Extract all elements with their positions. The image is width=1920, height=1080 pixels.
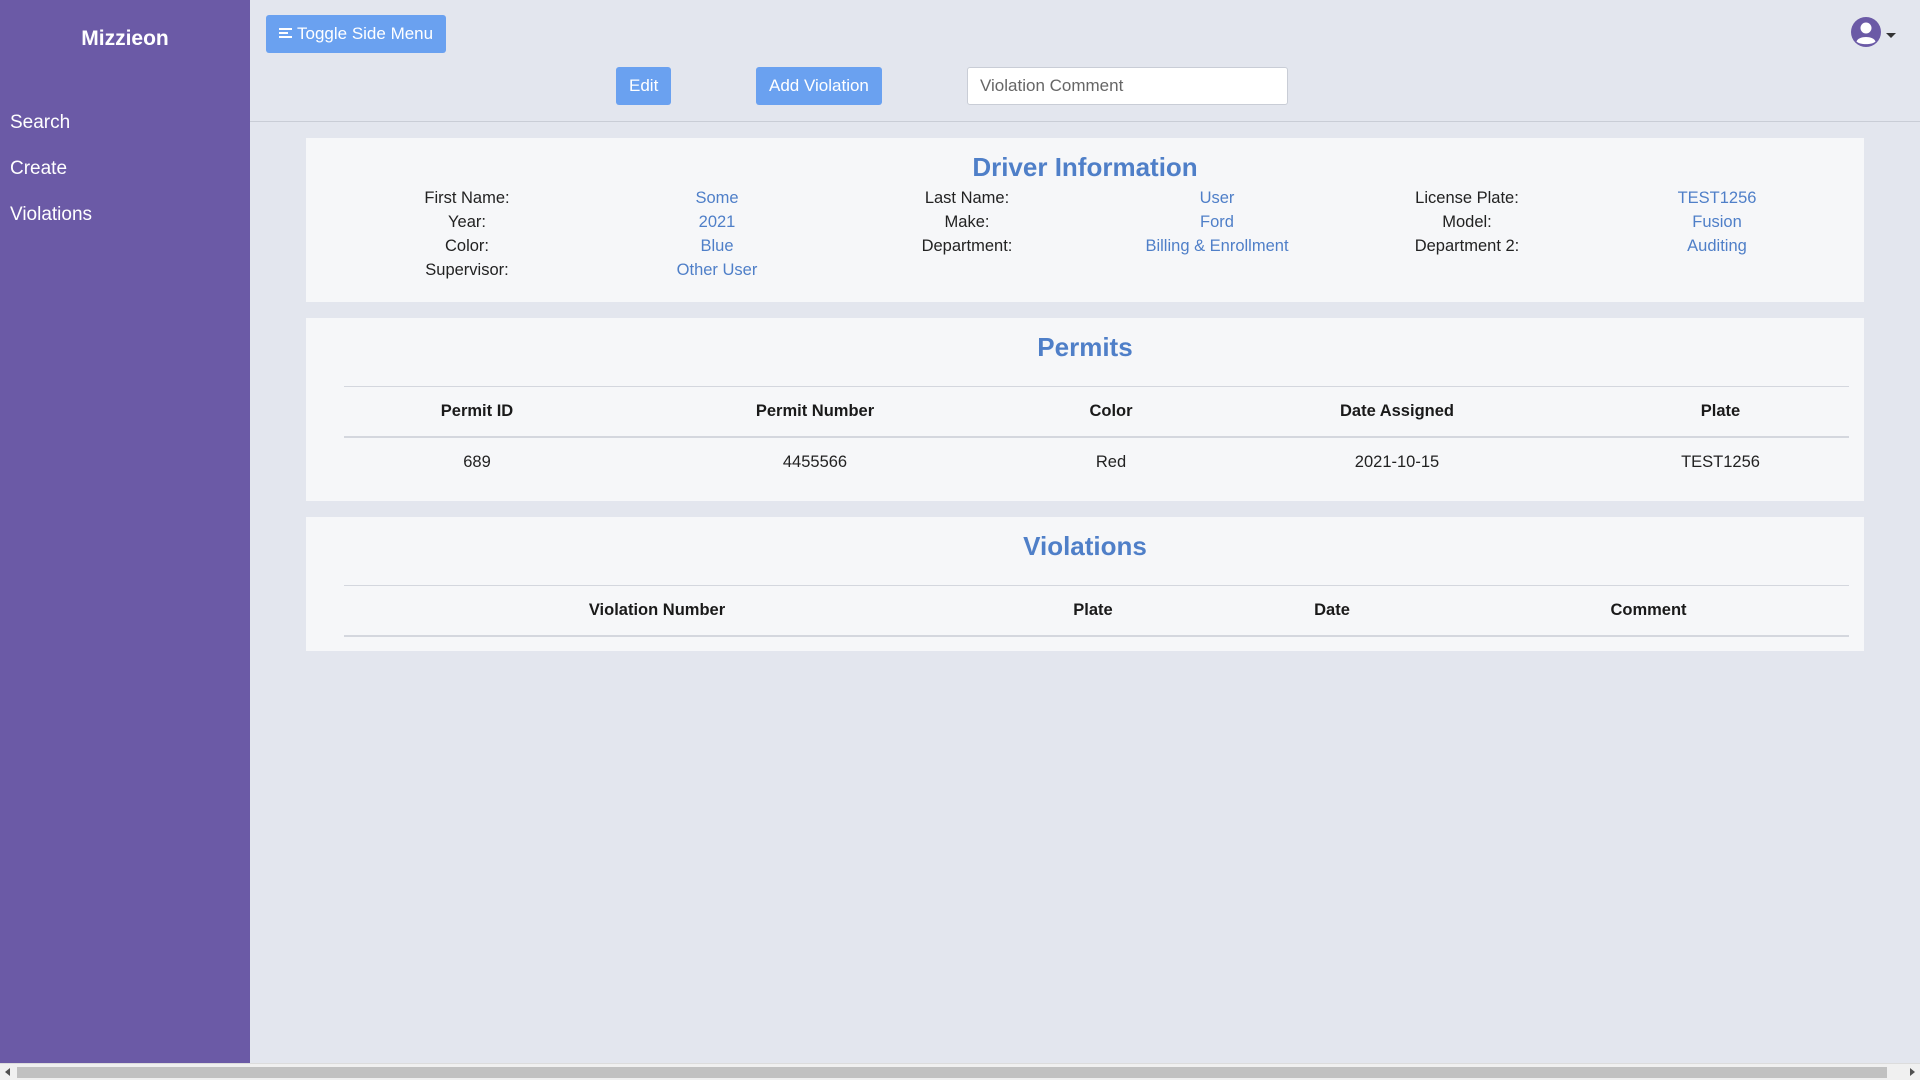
- model-label: Model:: [1442, 213, 1492, 231]
- main-content: Toggle Side Menu Edit Add Violation Driv…: [250, 0, 1920, 1063]
- department-label: Department:: [921, 237, 1013, 255]
- department-value: Billing & Enrollment: [1145, 237, 1289, 255]
- violations-col-plate: Plate: [970, 585, 1216, 637]
- violations-col-date: Date: [1216, 585, 1448, 637]
- violations-table: Violation Number Plate Date Comment: [344, 585, 1849, 637]
- department-2-value: Auditing: [1687, 237, 1747, 255]
- permit-color-cell: Red: [1095, 452, 1127, 471]
- violations-col-comment: Comment: [1448, 585, 1849, 637]
- last-name-value: User: [1199, 189, 1235, 207]
- menu-lines-icon: [279, 28, 293, 40]
- permit-plate-cell: TEST1256: [1681, 452, 1760, 471]
- permits-card: Permits Permit ID Permit Number Color Da…: [306, 318, 1864, 501]
- driver-info-grid: First Name: Some Last Name: User License…: [342, 186, 1864, 282]
- violations-col-violation-number: Violation Number: [344, 585, 970, 637]
- scroll-right-icon[interactable]: [1910, 1068, 1915, 1076]
- table-row[interactable]: 689 4455566 Red 2021-10-15 TEST1256: [344, 437, 1849, 487]
- horizontal-scrollbar[interactable]: [0, 1063, 1920, 1080]
- last-name-label: Last Name:: [924, 189, 1010, 207]
- year-value: 2021: [698, 213, 736, 231]
- violations-header-row: Violation Number Plate Date Comment: [344, 585, 1849, 637]
- permits-col-date-assigned: Date Assigned: [1202, 386, 1592, 438]
- make-value: Ford: [1200, 213, 1234, 231]
- toggle-side-menu-button[interactable]: Toggle Side Menu: [266, 15, 447, 53]
- permits-col-permit-id: Permit ID: [344, 386, 610, 438]
- driver-information-card: Driver Information First Name: Some Last…: [306, 138, 1864, 302]
- supervisor-label: Supervisor:: [425, 261, 509, 279]
- driver-information-title: Driver Information: [972, 152, 1198, 182]
- sidebar-item-search[interactable]: Search: [0, 100, 250, 146]
- permit-date-assigned-cell: 2021-10-15: [1354, 452, 1440, 471]
- color-label: Color:: [444, 237, 489, 255]
- license-plate-value: TEST1256: [1677, 189, 1757, 207]
- make-label: Make:: [944, 213, 990, 231]
- permits-header-row: Permit ID Permit Number Color Date Assig…: [344, 386, 1849, 438]
- permits-table: Permit ID Permit Number Color Date Assig…: [344, 386, 1849, 487]
- user-menu[interactable]: [1850, 16, 1896, 48]
- supervisor-value: Other User: [676, 261, 758, 279]
- top-toolbar: Toggle Side Menu Edit Add Violation: [250, 0, 1920, 122]
- permits-col-permit-number: Permit Number: [610, 386, 1020, 438]
- edit-button[interactable]: Edit: [616, 67, 672, 105]
- permit-id-cell: 689: [463, 452, 491, 471]
- violation-comment-input[interactable]: [967, 67, 1288, 105]
- license-plate-label: License Plate:: [1415, 189, 1519, 207]
- scrollbar-thumb[interactable]: [17, 1067, 1887, 1078]
- model-value: Fusion: [1692, 213, 1742, 231]
- sidebar-item-violations[interactable]: Violations: [0, 192, 250, 238]
- permits-col-plate: Plate: [1592, 386, 1849, 438]
- toggle-side-menu-label: Toggle Side Menu: [297, 24, 434, 43]
- sidebar: Mizzieon Search Create Violations: [0, 0, 250, 1063]
- violations-card: Violations Violation Number Plate Date C…: [306, 517, 1864, 651]
- add-violation-button[interactable]: Add Violation: [756, 67, 882, 105]
- sidebar-item-create[interactable]: Create: [0, 146, 250, 192]
- permits-title: Permits: [1037, 332, 1133, 362]
- department-2-label: Department 2:: [1414, 237, 1520, 255]
- first-name-value: Some: [695, 189, 739, 207]
- color-value: Blue: [700, 237, 734, 255]
- violations-title: Violations: [1023, 531, 1147, 561]
- user-circle-icon: [1851, 17, 1881, 47]
- scroll-left-icon[interactable]: [5, 1068, 10, 1076]
- permit-number-cell: 4455566: [782, 452, 848, 471]
- brand-logo[interactable]: Mizzieon: [0, 0, 250, 100]
- year-label: Year:: [448, 213, 486, 231]
- permits-col-color: Color: [1020, 386, 1202, 438]
- chevron-down-icon: [1886, 32, 1896, 38]
- first-name-label: First Name:: [424, 189, 510, 207]
